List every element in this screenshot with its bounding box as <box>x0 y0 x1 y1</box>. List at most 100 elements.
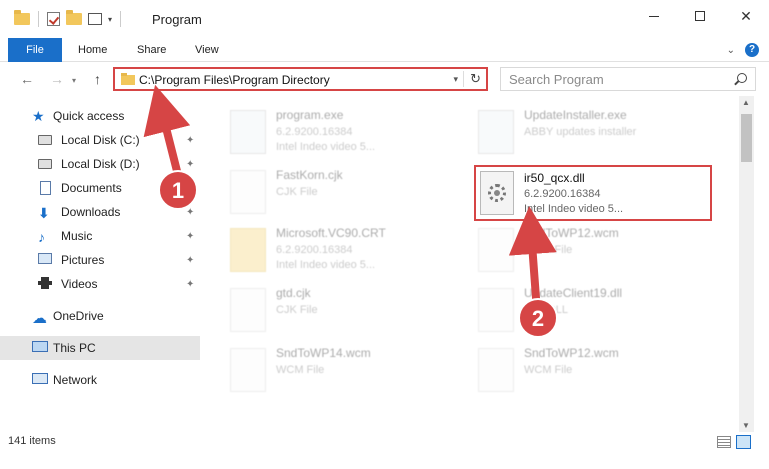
refresh-icon[interactable]: ↻ <box>470 71 481 87</box>
sidebar-item-local-disk-d[interactable]: Local Disk (D:) ✦ <box>0 152 200 176</box>
large-icons-view-icon[interactable] <box>736 435 751 449</box>
file-list: program.exe 6.2.9200.16384 Intel Indeo v… <box>206 96 740 416</box>
details-view-icon[interactable] <box>717 436 731 448</box>
pin-icon[interactable]: ✦ <box>186 183 194 194</box>
network-icon <box>32 373 48 384</box>
file-detail: 6.2.9200.16384 <box>276 126 353 138</box>
sidebar-item-quick-access[interactable]: ★ Quick access <box>0 104 200 128</box>
sidebar-item-label: OneDrive <box>53 309 104 323</box>
expand-ribbon-chevron-icon[interactable]: ⌄ <box>727 45 735 56</box>
qa-divider <box>38 11 39 27</box>
tab-home[interactable]: Home <box>65 38 120 62</box>
star-icon: ★ <box>32 108 45 124</box>
pin-icon[interactable]: ✦ <box>186 279 194 290</box>
folder-file-icon <box>230 228 266 272</box>
generic-file-icon <box>230 170 266 214</box>
maximize-button[interactable] <box>677 0 723 32</box>
new-folder-icon[interactable] <box>66 10 82 25</box>
sidebar-item-label: Pictures <box>61 253 105 267</box>
generic-file-icon <box>230 348 266 392</box>
sidebar-item-documents[interactable]: Documents ✦ <box>0 176 200 200</box>
cloud-icon: ☁ <box>32 310 47 327</box>
pin-icon[interactable]: ✦ <box>186 231 194 242</box>
pin-icon[interactable]: ✦ <box>186 207 194 218</box>
scroll-down-chevron-icon[interactable]: ▼ <box>742 421 750 430</box>
file-item[interactable]: Microsoft.VC90.CRT 6.2.9200.16384 Intel … <box>230 224 470 282</box>
document-icon <box>40 181 51 195</box>
file-item[interactable]: UpdateClient19.dll ...ce DLL <box>478 284 718 342</box>
recent-locations-chevron-icon[interactable]: ▾ <box>72 76 76 85</box>
address-divider <box>463 71 464 87</box>
file-item[interactable]: program.exe 6.2.9200.16384 Intel Indeo v… <box>230 106 470 164</box>
file-detail: Intel Indeo video 5... <box>276 259 376 271</box>
disk-icon <box>38 159 52 169</box>
file-detail: WCM File <box>276 364 325 376</box>
up-arrow-icon[interactable]: ↑ <box>94 71 101 87</box>
search-icon[interactable] <box>737 73 747 83</box>
generic-file-icon <box>478 348 514 392</box>
file-item[interactable]: SndToWP12.wcm WCM File <box>478 224 718 282</box>
file-detail: Intel Indeo video 5... <box>276 141 376 153</box>
file-item[interactable]: SndToWP14.wcm WCM File <box>230 344 470 402</box>
file-item[interactable]: FastKorn.cjk CJK File <box>230 166 470 224</box>
minimize-button[interactable] <box>631 0 677 32</box>
generic-file-icon <box>478 228 514 272</box>
picture-icon <box>38 253 52 264</box>
file-item[interactable]: gtd.cjk CJK File <box>230 284 470 342</box>
file-description: Intel Indeo video 5... <box>524 203 624 215</box>
file-detail: ...ce DLL <box>524 304 569 316</box>
qa-divider-2 <box>120 11 122 27</box>
scroll-up-chevron-icon[interactable]: ▲ <box>742 98 750 107</box>
forward-arrow-icon[interactable]: → <box>50 71 64 87</box>
vertical-scrollbar[interactable]: ▲ ▼ <box>739 96 754 432</box>
tab-file[interactable]: File <box>8 38 62 62</box>
scroll-thumb[interactable] <box>741 114 752 162</box>
sidebar-item-downloads[interactable]: ⬇ Downloads ✦ <box>0 200 200 224</box>
executable-file-icon <box>230 110 266 154</box>
sidebar-item-this-pc[interactable]: This PC <box>0 336 200 360</box>
sidebar-item-label: Quick access <box>53 109 125 123</box>
sidebar-item-network[interactable]: Network <box>0 368 200 392</box>
close-button[interactable]: ✕ <box>723 0 769 32</box>
video-icon <box>38 277 52 289</box>
help-icon[interactable]: ? <box>745 43 759 57</box>
sidebar-item-label: Network <box>53 373 98 387</box>
customize-qa-chevron-icon[interactable]: ▾ <box>108 15 112 24</box>
tab-view[interactable]: View <box>182 38 232 62</box>
computer-icon <box>32 341 48 352</box>
sidebar-item-videos[interactable]: Videos ✦ <box>0 272 200 296</box>
pin-icon[interactable]: ✦ <box>186 159 194 170</box>
disk-icon <box>38 135 52 145</box>
file-detail: WCM File <box>524 244 573 256</box>
pin-icon[interactable]: ✦ <box>186 255 194 266</box>
file-detail: CJK File <box>276 186 318 198</box>
layout-icon[interactable] <box>88 13 102 25</box>
sidebar-item-onedrive[interactable]: ☁ OneDrive <box>0 304 200 328</box>
properties-check-icon[interactable] <box>47 12 60 26</box>
sidebar-item-local-disk-c[interactable]: Local Disk (C:) ✦ <box>0 128 200 152</box>
address-bar[interactable]: C:\Program Files\Program Directory ▾ ↻ <box>113 67 488 91</box>
file-item[interactable]: SndToWP12.wcm WCM File <box>478 344 718 402</box>
music-icon: ♪ <box>38 229 45 245</box>
installer-file-icon <box>478 110 514 154</box>
ribbon: File Home Share View ⌄ ? <box>0 38 769 62</box>
file-name: Microsoft.VC90.CRT <box>276 226 386 240</box>
address-dropdown-chevron-icon[interactable]: ▾ <box>453 74 458 85</box>
highlighted-file-item[interactable]: ir50_qcx.dll 6.2.9200.16384 Intel Indeo … <box>474 165 712 221</box>
sidebar-item-music[interactable]: ♪ Music ✦ <box>0 224 200 248</box>
pin-icon[interactable]: ✦ <box>186 135 194 146</box>
back-arrow-icon[interactable]: ← <box>20 71 34 87</box>
folder-icon[interactable] <box>14 10 30 25</box>
search-box[interactable] <box>500 67 756 91</box>
file-version: 6.2.9200.16384 <box>524 188 601 200</box>
sidebar-item-pictures[interactable]: Pictures ✦ <box>0 248 200 272</box>
tab-share[interactable]: Share <box>124 38 179 62</box>
dll-file-icon <box>480 171 514 215</box>
search-input[interactable] <box>509 71 729 87</box>
file-name: SndToWP14.wcm <box>276 346 371 360</box>
file-item[interactable]: UpdateInstaller.exe ABBY updates install… <box>478 106 718 164</box>
window-controls: ✕ <box>631 0 769 32</box>
gear-file-icon <box>478 288 514 332</box>
address-path[interactable]: C:\Program Files\Program Directory <box>139 73 330 87</box>
gear-icon <box>488 184 506 202</box>
